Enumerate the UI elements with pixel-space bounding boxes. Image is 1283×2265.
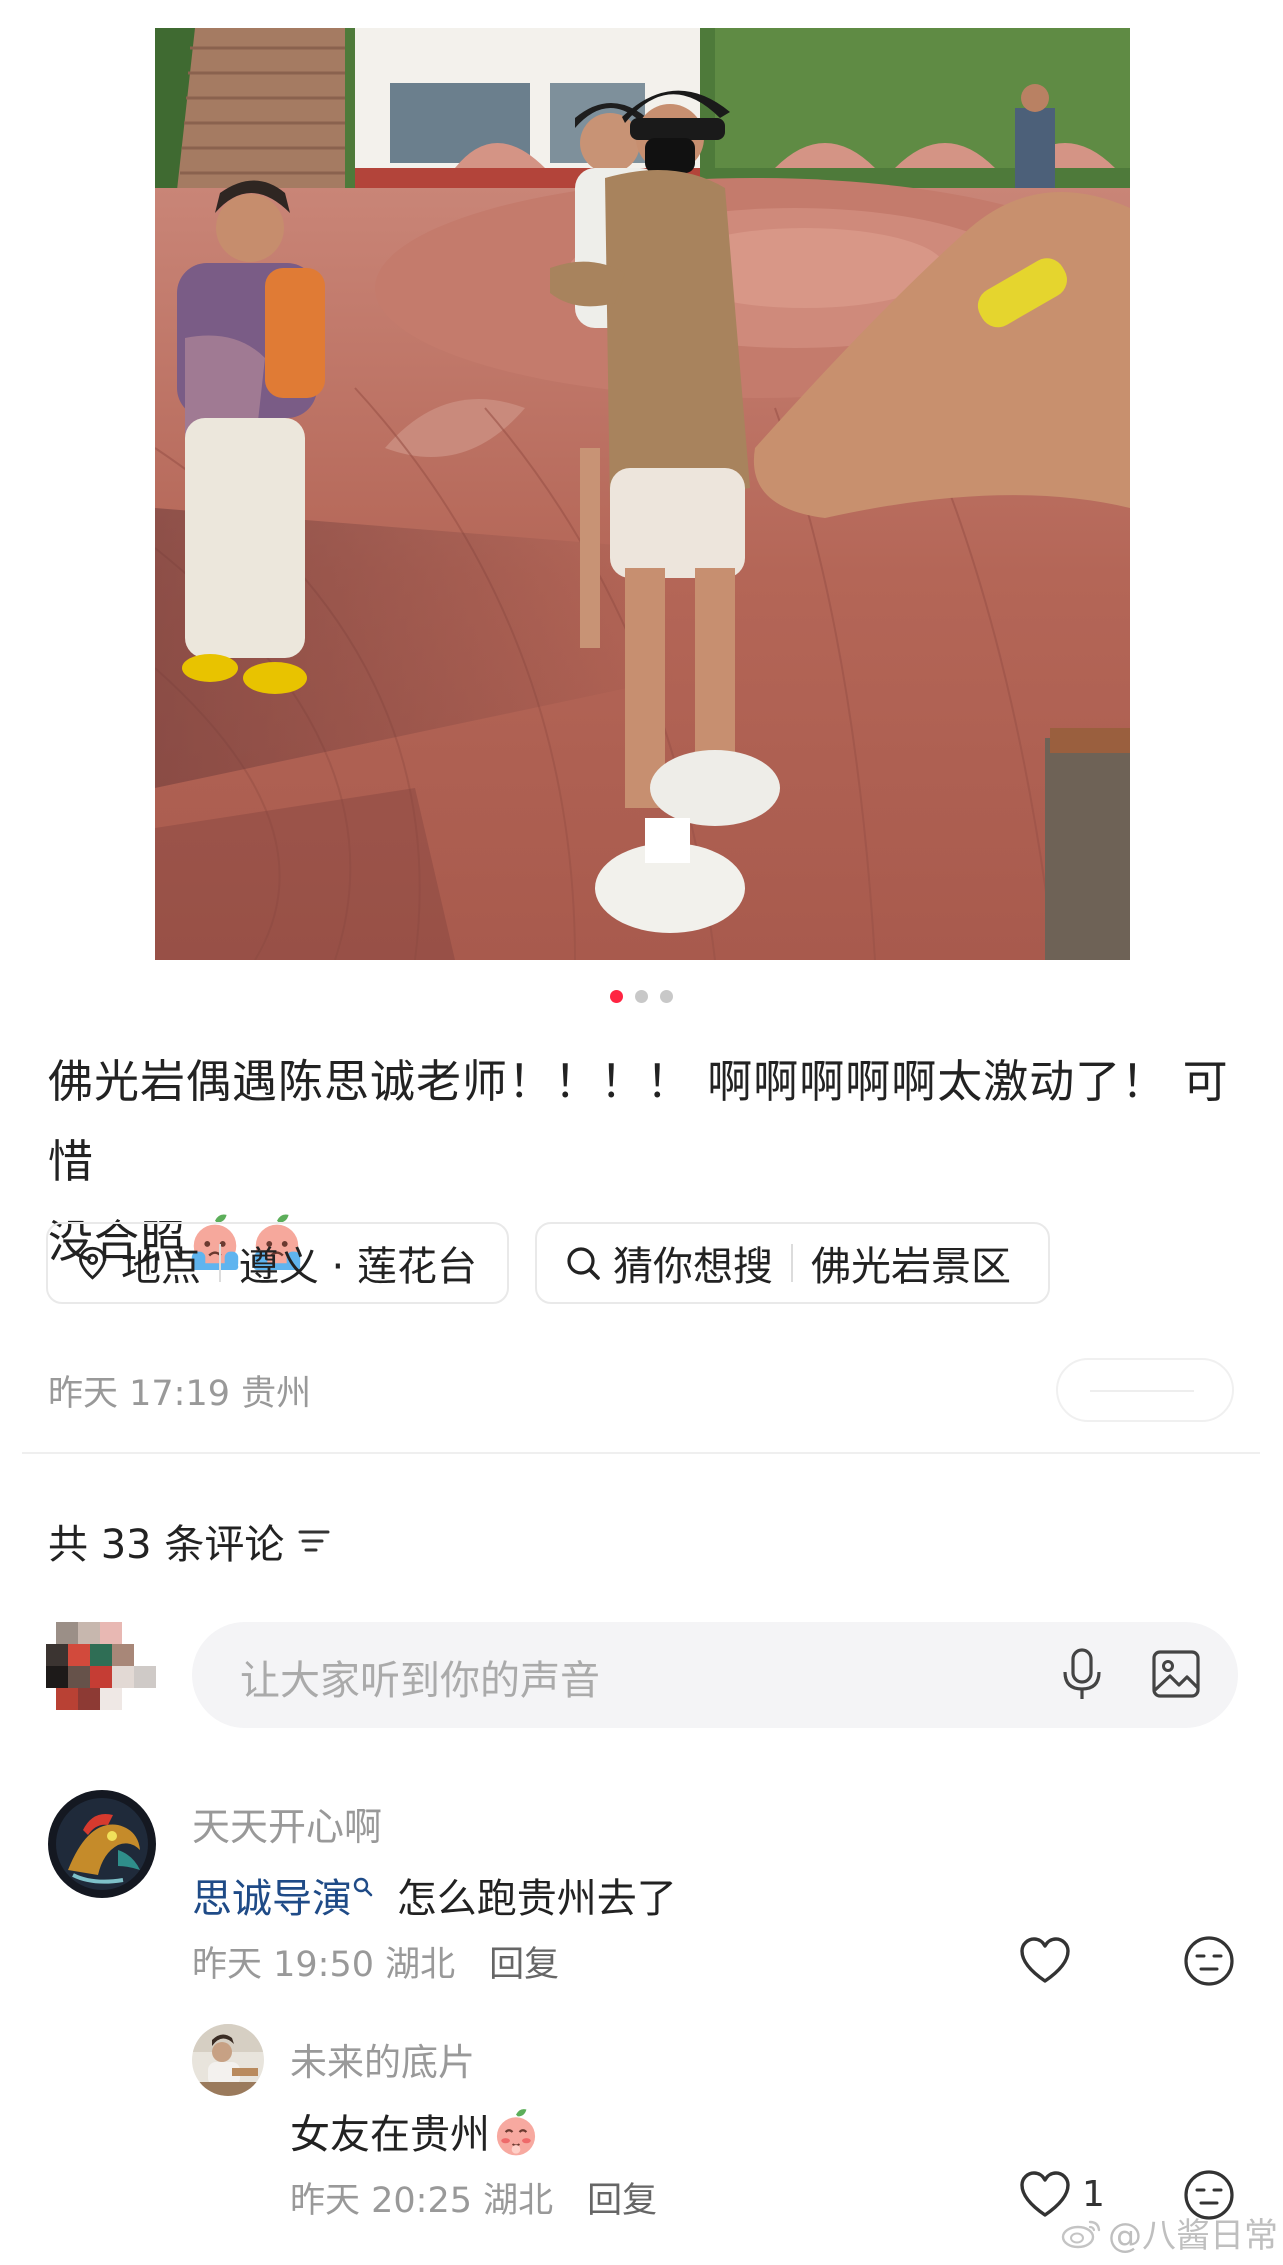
tag-separator	[219, 1244, 221, 1282]
comment-input[interactable]: 让大家听到你的声音	[192, 1622, 1238, 1728]
watermark-text: @八酱日常	[1108, 2216, 1278, 2256]
pagination-dot-active[interactable]	[610, 990, 623, 1003]
location-tag[interactable]: 地点 遵义 · 莲花台	[46, 1222, 509, 1304]
mention-link[interactable]: 思诚导演	[192, 1876, 352, 1922]
reply-button[interactable]: 回复	[489, 1945, 559, 1985]
reply-button[interactable]: 回复	[587, 2181, 657, 2221]
tag-separator	[791, 1244, 793, 1282]
post-photo[interactable]	[155, 28, 1130, 960]
comment-time: 昨天 20:25 湖北	[290, 2181, 554, 2221]
location-tag-value: 遵义 · 莲花台	[238, 1244, 477, 1290]
image-pagination	[0, 990, 1283, 1003]
microphone-icon[interactable]	[1054, 1644, 1110, 1704]
pagination-dot[interactable]	[660, 990, 673, 1003]
commenter-name[interactable]: 天天开心啊	[192, 1796, 382, 1851]
my-avatar-image	[46, 1622, 158, 1724]
post-meta: 昨天 17:19 贵州	[48, 1374, 312, 1414]
mention-search-icon	[353, 1877, 373, 1897]
comment-body: 女友在贵州	[290, 2112, 490, 2158]
watermark: @八酱日常	[1060, 2208, 1278, 2257]
image-icon[interactable]	[1146, 1644, 1206, 1704]
weibo-logo-icon	[1061, 2220, 1101, 2248]
post-photo-illustration	[155, 28, 1130, 960]
dragon-avatar-image	[48, 1790, 156, 1898]
location-pin-icon	[79, 1246, 106, 1280]
comment-text: 思诚导演 怎么跑贵州去了	[192, 1866, 677, 1924]
dislike-face-icon[interactable]	[1182, 1934, 1236, 1988]
commenter-name[interactable]: 未来的底片	[290, 2032, 475, 2086]
reply-avatar-image	[192, 2024, 264, 2096]
comment-body: 怎么跑贵州去了	[384, 1876, 677, 1922]
comment-text: 女友在贵州	[290, 2102, 546, 2160]
shy-peach-emoji	[496, 2109, 536, 2156]
commenter-avatar[interactable]	[48, 1790, 156, 1898]
divider	[22, 1452, 1260, 1454]
comments-header[interactable]: 共 33 条评论	[48, 1512, 334, 1570]
comment-input-placeholder: 让大家听到你的声音	[240, 1658, 600, 1704]
search-suggestion-tag[interactable]: 猜你想搜 佛光岩景区	[535, 1222, 1050, 1304]
comment-time: 昨天 19:50 湖北	[192, 1945, 456, 1985]
comment-meta: 昨天 20:25 湖北 回复	[290, 2172, 657, 2223]
comments-count: 共 33 条评论	[48, 1522, 285, 1568]
search-icon	[567, 1247, 600, 1280]
heart-icon[interactable]	[1018, 1936, 1072, 1986]
sort-icon[interactable]	[294, 1521, 334, 1561]
my-avatar[interactable]	[46, 1622, 158, 1724]
location-tag-label: 地点	[121, 1244, 201, 1290]
commenter-avatar[interactable]	[192, 2024, 264, 2096]
search-tag-label: 猜你想搜	[613, 1244, 773, 1290]
comment-meta: 昨天 19:50 湖北 回复	[192, 1936, 559, 1987]
post-text-line-1: 佛光岩偶遇陈思诚老师！！！！ 啊啊啊啊啊太激动了！ 可惜	[48, 1055, 1229, 1188]
post-action-button[interactable]	[1056, 1358, 1234, 1422]
search-tag-value: 佛光岩景区	[811, 1244, 1011, 1290]
pagination-dot[interactable]	[635, 990, 648, 1003]
